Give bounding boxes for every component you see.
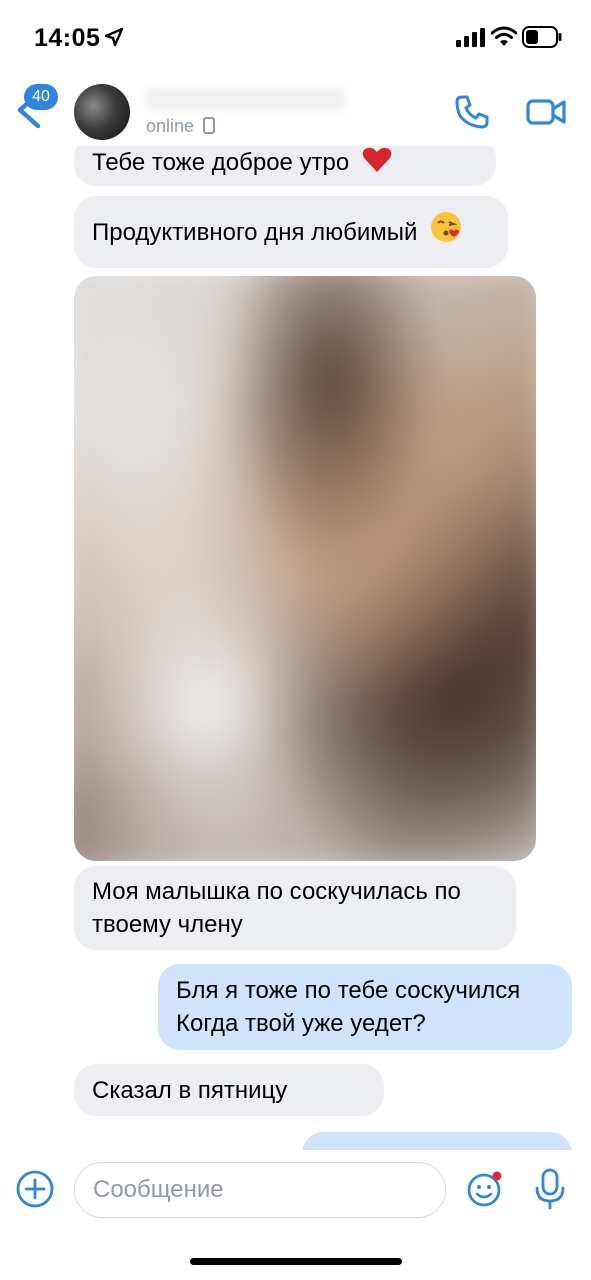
message-text-line: Моя малышка по соскучилась по: [92, 878, 461, 905]
message-bubble-incoming[interactable]: Тебе тоже доброе утро: [74, 146, 496, 186]
attach-plus-icon[interactable]: [16, 1170, 54, 1208]
message-input[interactable]: Сообщение: [74, 1162, 446, 1218]
contact-avatar[interactable]: [74, 84, 130, 140]
emoji-sticker-icon[interactable]: [466, 1170, 504, 1208]
status-time: 14:05: [34, 24, 101, 52]
mobile-device-icon: [203, 117, 216, 134]
contact-status: online: [146, 116, 216, 137]
microphone-icon[interactable]: [534, 1168, 566, 1210]
message-bubble-incoming[interactable]: Сказал в пятницу: [74, 1064, 384, 1116]
message-text-line: твоему члену: [92, 911, 243, 938]
status-bar: 14:05: [0, 0, 591, 70]
message-list[interactable]: Тебе тоже доброе утро Продуктивного дня …: [0, 146, 591, 1150]
cellular-signal-icon: [456, 28, 485, 47]
wifi-icon: [491, 26, 517, 46]
battery-icon: [522, 26, 562, 48]
blurred-photo-content: [74, 276, 536, 861]
message-text: Продуктивного дня любимый: [92, 219, 418, 246]
unread-count-badge[interactable]: 40: [24, 84, 58, 110]
message-bubble-outgoing-partial[interactable]: [302, 1132, 572, 1150]
heart-emoji-icon: [362, 147, 392, 172]
message-bubble-incoming[interactable]: Продуктивного дня любимый: [74, 196, 508, 268]
message-text: Сказал в пятницу: [92, 1077, 288, 1104]
video-call-icon[interactable]: [526, 96, 566, 128]
message-photo[interactable]: [74, 276, 536, 861]
chat-header: online: [0, 70, 591, 154]
message-text-line: Когда твой уже уедет?: [176, 1010, 426, 1037]
message-bubble-incoming[interactable]: Моя малышка по соскучилась по твоему чле…: [74, 866, 516, 950]
home-indicator: [190, 1258, 402, 1265]
composer-bar: Сообщение: [0, 1150, 591, 1280]
contact-name-redacted[interactable]: [146, 88, 346, 110]
kiss-face-emoji-icon: [431, 212, 462, 242]
location-arrow-icon: [104, 27, 124, 47]
contact-status-text: online: [146, 116, 195, 136]
phone-call-icon[interactable]: [454, 94, 490, 130]
message-text: Тебе тоже доброе утро: [92, 149, 350, 176]
message-text-line: Бля я тоже по тебе соскучился: [176, 977, 521, 1004]
message-bubble-outgoing[interactable]: Бля я тоже по тебе соскучился Когда твой…: [158, 964, 572, 1050]
